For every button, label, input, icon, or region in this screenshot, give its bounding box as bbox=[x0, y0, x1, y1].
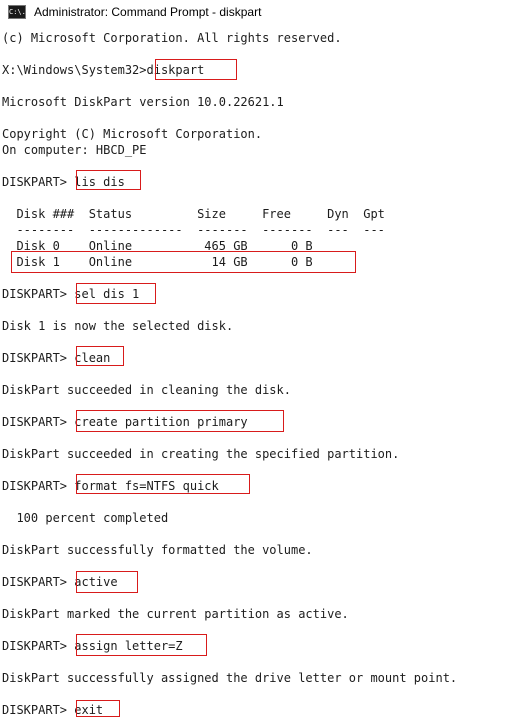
console-line-create-partition-result: DiskPart succeeded in creating the speci… bbox=[2, 447, 400, 461]
console-line-clean-result: DiskPart succeeded in cleaning the disk. bbox=[2, 383, 291, 397]
disk-table-header: Disk ### Status Size Free Dyn Gpt bbox=[2, 207, 385, 221]
console-line-format-result: DiskPart successfully formatted the volu… bbox=[2, 543, 313, 557]
console-line-list-disk-command: DISKPART> lis dis bbox=[2, 175, 125, 189]
console-line-version: Microsoft DiskPart version 10.0.22621.1 bbox=[2, 95, 284, 109]
console-line-format-progress: 100 percent completed bbox=[2, 511, 169, 525]
console-line-active-command: DISKPART> active bbox=[2, 575, 118, 589]
title-bar: C:\. Administrator: Command Prompt - dis… bbox=[0, 0, 510, 25]
console-line-computer: On computer: HBCD_PE bbox=[2, 143, 147, 157]
console-line-create-partition-command: DISKPART> create partition primary bbox=[2, 415, 248, 429]
console-output[interactable]: (c) Microsoft Corporation. All rights re… bbox=[0, 24, 510, 723]
console-line-copyright: Copyright (C) Microsoft Corporation. bbox=[2, 127, 263, 141]
console-line-active-result: DiskPart marked the current partition as… bbox=[2, 607, 349, 621]
console-line-assign-command: DISKPART> assign letter=Z bbox=[2, 639, 183, 653]
disk-table-row-disk-1: Disk 1 Online 14 GB 0 B bbox=[2, 255, 313, 269]
disk-table-row-disk-0: Disk 0 Online 465 GB 0 B bbox=[2, 239, 313, 253]
console-line-copyright-rights: (c) Microsoft Corporation. All rights re… bbox=[2, 31, 342, 45]
command-prompt-icon: C:\. bbox=[8, 5, 26, 19]
console-line-format-command: DISKPART> format fs=NTFS quick bbox=[2, 479, 219, 493]
window-title: Administrator: Command Prompt - diskpart bbox=[34, 5, 262, 19]
console-line-clean-command: DISKPART> clean bbox=[2, 351, 111, 365]
console-line-assign-result: DiskPart successfully assigned the drive… bbox=[2, 671, 458, 685]
console-line-diskpart-command: X:\Windows\System32>diskpart bbox=[2, 63, 205, 77]
disk-table-divider: -------- ------------- ------- ------- -… bbox=[2, 223, 385, 237]
console-line-select-disk-command: DISKPART> sel dis 1 bbox=[2, 287, 140, 301]
console-line-exit-command: DISKPART> exit bbox=[2, 703, 104, 717]
console-line-disk-selected: Disk 1 is now the selected disk. bbox=[2, 319, 234, 333]
